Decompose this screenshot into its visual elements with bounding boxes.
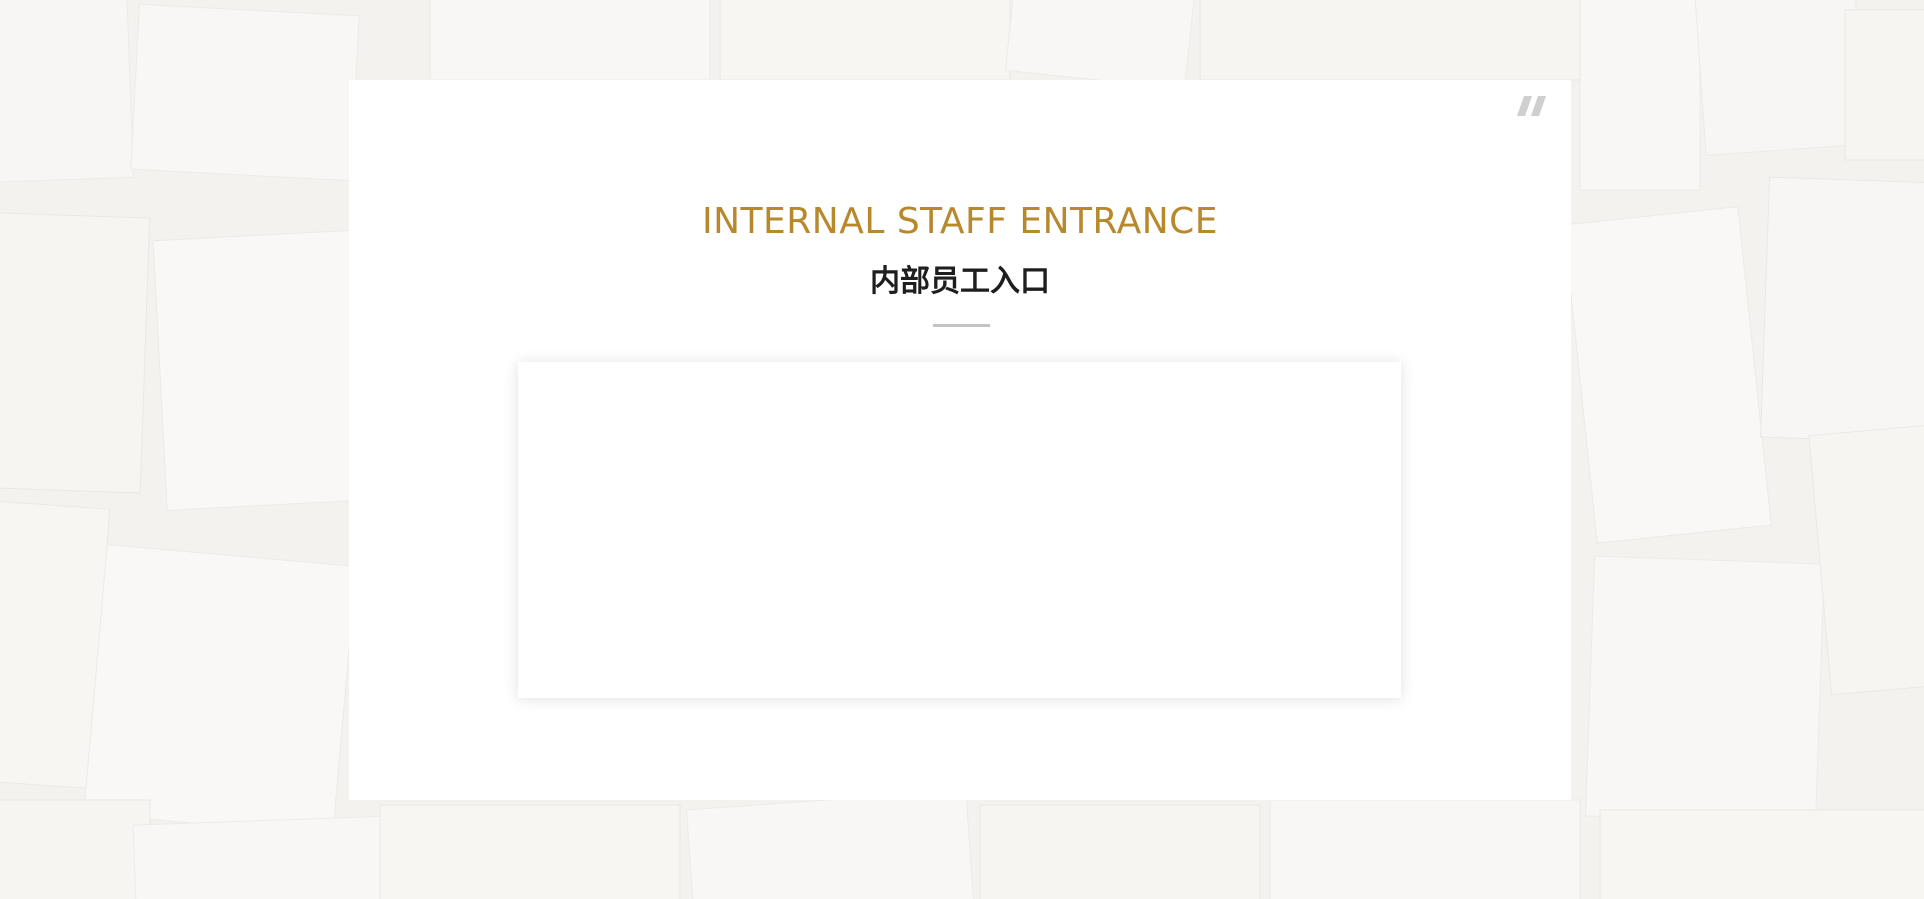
page-title: INTERNAL STAFF ENTRANCE [701,201,1219,242]
title-divider [933,324,990,327]
login-panel [518,362,1401,698]
page-subtitle: 内部员工入口 [870,264,1050,299]
login-card: INTERNAL STAFF ENTRANCE 内部员工入口 [349,80,1571,800]
quote-icon [1515,90,1549,122]
